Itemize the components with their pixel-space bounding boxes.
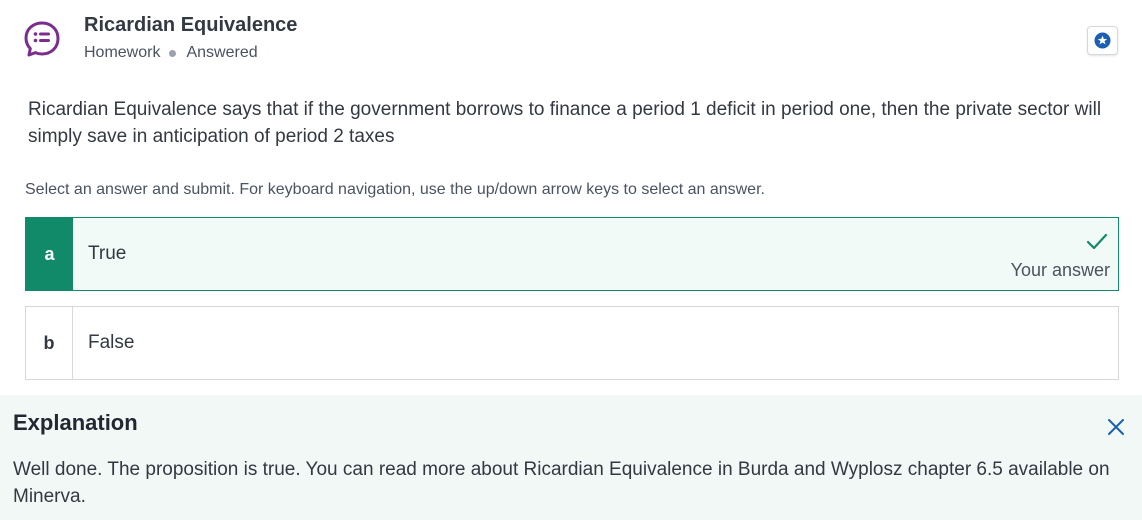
question-header: Ricardian Equivalence Homework Answered xyxy=(0,0,1142,80)
page-title: Ricardian Equivalence xyxy=(84,14,298,36)
answer-instructions: Select an answer and submit. For keyboar… xyxy=(25,181,765,198)
close-icon[interactable] xyxy=(1106,417,1126,437)
quiz-page: Ricardian Equivalence Homework Answered … xyxy=(0,0,1142,520)
explanation-heading: Explanation xyxy=(13,410,138,435)
answer-option-a[interactable]: a True Your answer xyxy=(25,217,1119,291)
answer-option-b[interactable]: b False xyxy=(25,306,1119,380)
answer-label: True xyxy=(88,243,127,264)
explanation-text: Well done. The proposition is true. You … xyxy=(13,459,1110,507)
question-meta: Homework Answered xyxy=(84,44,258,62)
answer-label: False xyxy=(88,332,135,353)
question-text: Ricardian Equivalence says that if the g… xyxy=(28,99,1102,147)
answer-letter: b xyxy=(26,307,73,379)
quiz-chat-icon xyxy=(24,21,60,57)
status-label: Answered xyxy=(186,44,258,61)
separator-dot xyxy=(169,49,177,57)
bookmark-button[interactable] xyxy=(1087,26,1118,55)
answer-letter: a xyxy=(26,218,73,290)
your-answer-tag: Your answer xyxy=(1010,260,1110,280)
checkmark-icon xyxy=(1086,233,1108,250)
explanation-panel: Explanation Well done. The proposition i… xyxy=(0,395,1142,520)
star-badge-icon xyxy=(1094,32,1111,49)
category-label: Homework xyxy=(84,44,161,61)
